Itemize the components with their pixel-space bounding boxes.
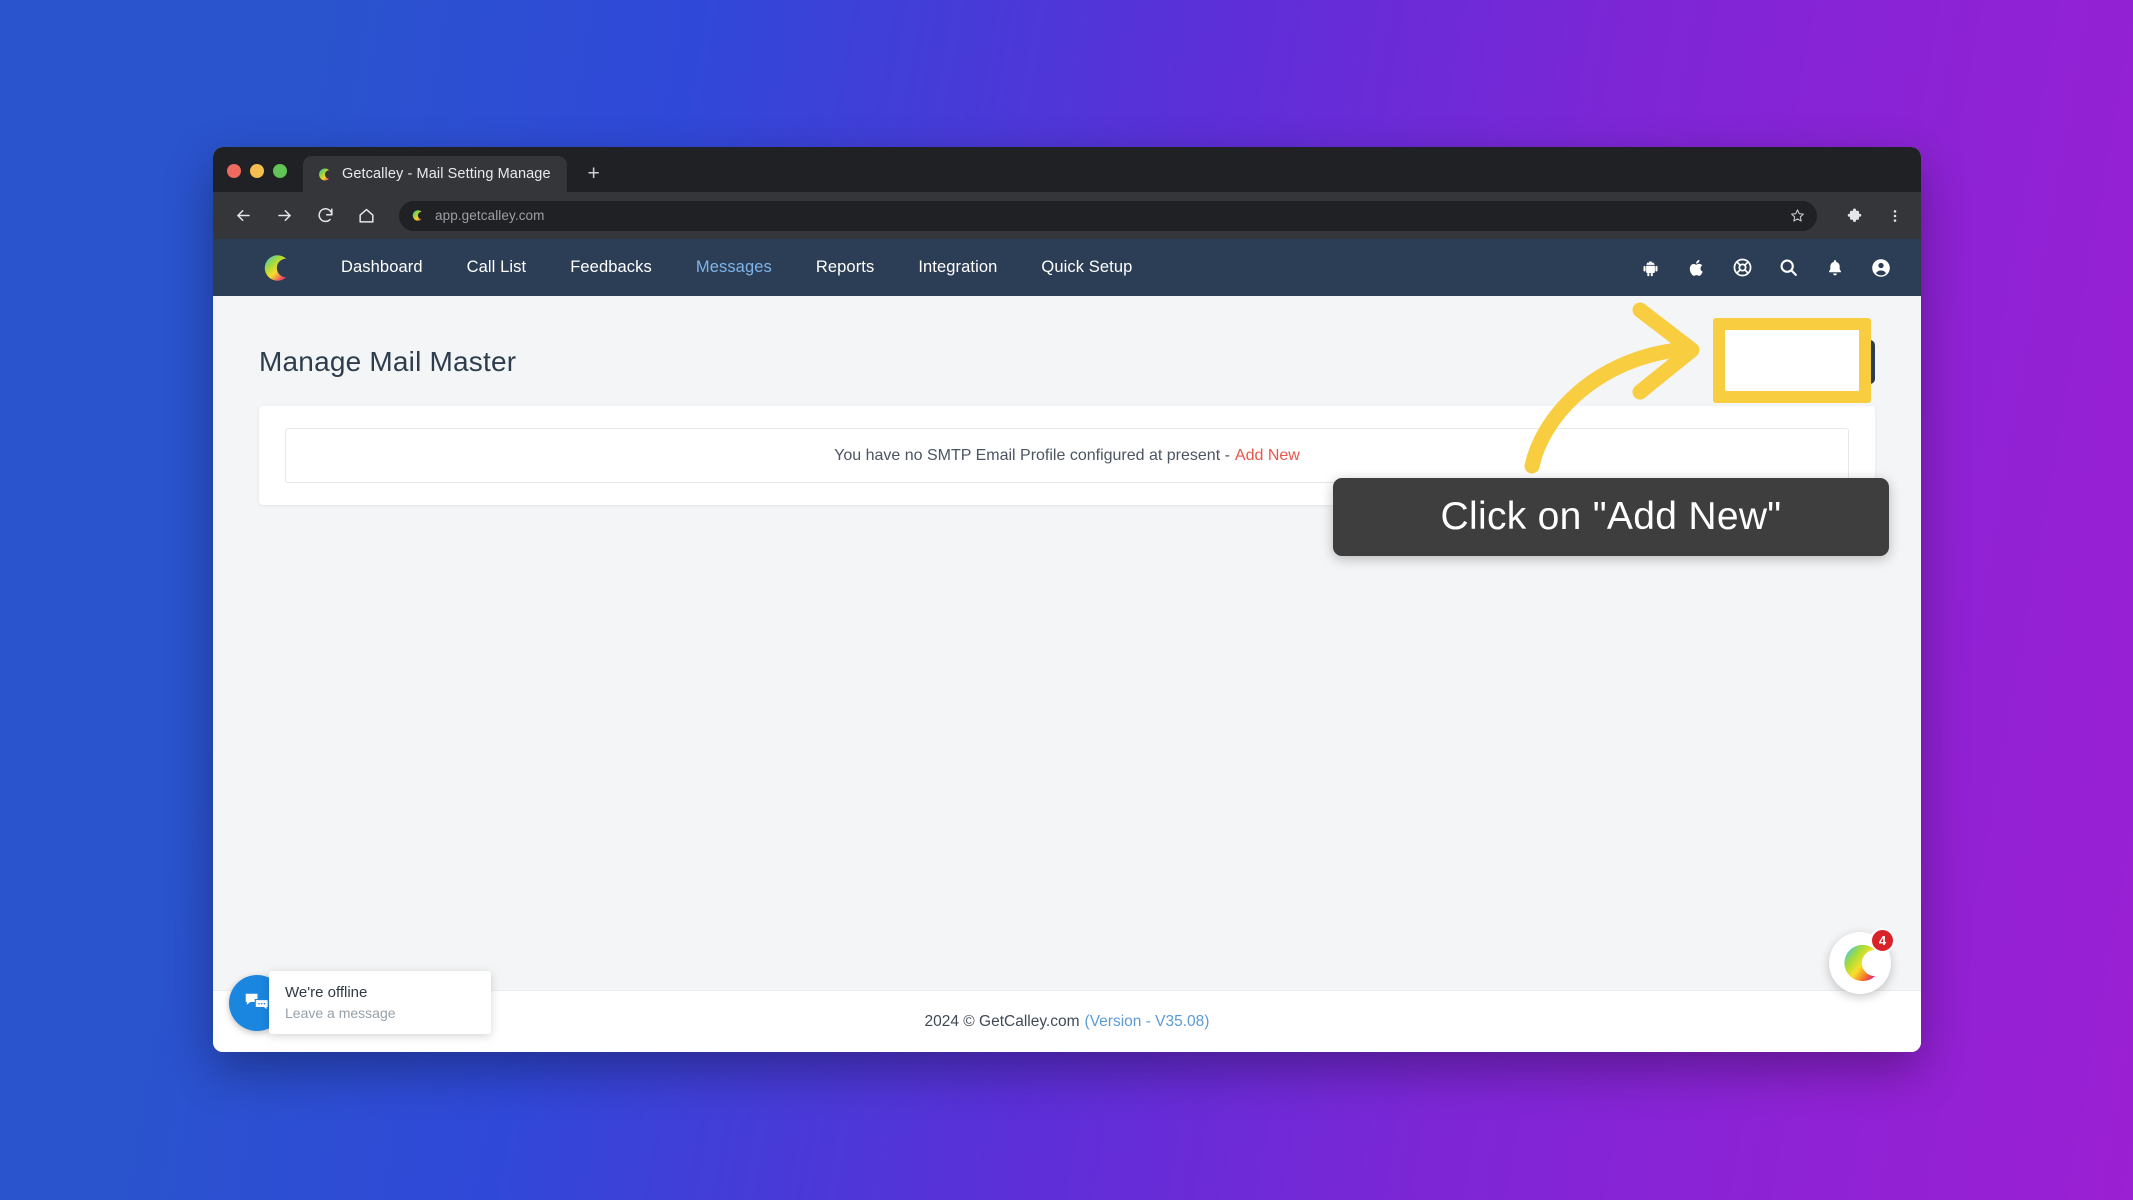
empty-state-message: You have no SMTP Email Profile configure… — [285, 428, 1849, 483]
calley-logo-icon[interactable] — [259, 251, 293, 285]
notification-badge: 4 — [1870, 928, 1895, 953]
browser-tab[interactable]: Getcalley - Mail Setting Manage — [303, 156, 567, 192]
browser-tab-title: Getcalley - Mail Setting Manage — [342, 166, 551, 182]
puzzle-piece-icon[interactable] — [1844, 204, 1868, 228]
three-dot-menu-icon[interactable] — [1883, 204, 1907, 228]
nav-links: Dashboard Call List Feedbacks Messages R… — [319, 258, 1154, 277]
support-globe-icon[interactable] — [1730, 255, 1755, 280]
star-icon[interactable] — [1790, 208, 1805, 223]
chat-offline-card[interactable]: We're offline Leave a message — [269, 971, 491, 1034]
maximize-window-button[interactable] — [273, 164, 287, 178]
plus-icon: + — [1771, 352, 1782, 372]
account-avatar-icon[interactable] — [1868, 255, 1893, 280]
page-title: Manage Mail Master — [259, 346, 517, 377]
android-icon[interactable] — [1638, 255, 1663, 280]
browser-tab-strip: Getcalley - Mail Setting Manage + — [213, 147, 1921, 192]
nav-item-call-list[interactable]: Call List — [445, 258, 549, 277]
nav-item-messages[interactable]: Messages — [674, 258, 794, 277]
nav-action-icons — [1638, 255, 1893, 280]
home-icon[interactable] — [354, 204, 378, 228]
toolbar-right-icons — [1844, 204, 1907, 228]
search-icon[interactable] — [1776, 255, 1801, 280]
page-content: Manage Mail Master + Add New You have no… — [213, 296, 1921, 1052]
chat-widget[interactable]: We're offline Leave a message — [229, 971, 491, 1034]
browser-toolbar: app.getcalley.com — [213, 192, 1921, 239]
bell-icon[interactable] — [1822, 255, 1847, 280]
add-new-button[interactable]: + Add New — [1749, 340, 1875, 384]
empty-state-text: You have no SMTP Email Profile configure… — [834, 446, 1230, 464]
calley-logo-icon — [316, 166, 333, 183]
nav-item-reports[interactable]: Reports — [794, 258, 896, 277]
nav-item-integration[interactable]: Integration — [896, 258, 1019, 277]
empty-state-add-new-link[interactable]: Add New — [1235, 447, 1300, 465]
address-bar-url: app.getcalley.com — [435, 208, 545, 223]
add-new-button-label: Add New — [1790, 353, 1853, 370]
address-bar[interactable]: app.getcalley.com — [399, 200, 1817, 231]
calley-floating-button[interactable]: 4 — [1829, 928, 1895, 994]
footer-copyright: 2024 © GetCalley.com — [924, 1012, 1080, 1030]
calley-logo-icon — [410, 208, 425, 223]
browser-window: Getcalley - Mail Setting Manage + app.ge… — [213, 147, 1921, 1052]
nav-item-quick-setup[interactable]: Quick Setup — [1019, 258, 1154, 277]
mail-master-card: You have no SMTP Email Profile configure… — [259, 406, 1875, 505]
chat-offline-subtitle: Leave a message — [285, 1005, 396, 1021]
nav-item-feedbacks[interactable]: Feedbacks — [548, 258, 674, 277]
footer-version-link[interactable]: (Version - V35.08) — [1085, 1013, 1210, 1031]
forward-arrow-icon[interactable] — [272, 204, 296, 228]
apple-icon[interactable] — [1684, 255, 1709, 280]
back-arrow-icon[interactable] — [231, 204, 255, 228]
page-header: Manage Mail Master + Add New — [213, 296, 1921, 392]
add-new-button-wrapper: + Add New — [1749, 340, 1875, 384]
new-tab-button[interactable]: + — [579, 158, 609, 188]
close-window-button[interactable] — [227, 164, 241, 178]
reload-icon[interactable] — [313, 204, 337, 228]
nav-item-dashboard[interactable]: Dashboard — [319, 258, 445, 277]
window-traffic-lights — [227, 164, 287, 192]
chat-offline-title: We're offline — [285, 984, 368, 1001]
app-navigation-bar: Dashboard Call List Feedbacks Messages R… — [213, 239, 1921, 296]
minimize-window-button[interactable] — [250, 164, 264, 178]
